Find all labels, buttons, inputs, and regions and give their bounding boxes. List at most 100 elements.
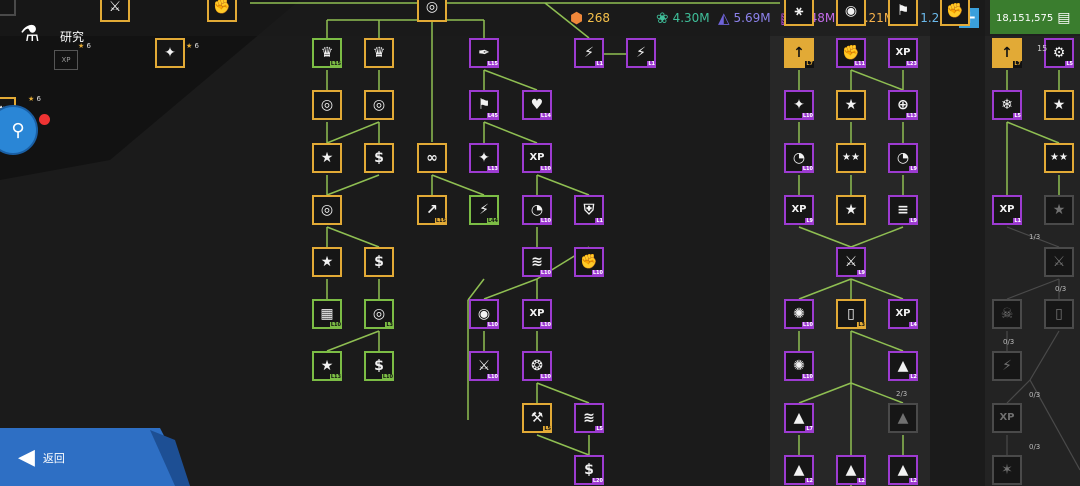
tech-node[interactable]: ✦ L13 — [469, 143, 499, 173]
node-left-dots[interactable]: ✦ — [155, 38, 185, 68]
tech-node[interactable]: ▲ — [888, 403, 918, 433]
hex-coin-icon: ⬢ — [570, 9, 584, 27]
tech-node[interactable]: ⚑ — [888, 0, 918, 26]
tech-node[interactable]: ◉ — [836, 0, 866, 26]
tech-node[interactable]: ◉ L10 — [469, 299, 499, 329]
tech-node[interactable]: ★ — [836, 90, 866, 120]
tech-node[interactable]: ∞ — [417, 143, 447, 173]
tech-node[interactable]: ◎ — [312, 195, 342, 225]
tech-node[interactable]: ◔ L10 — [784, 143, 814, 173]
tech-node-icon: ★ — [320, 254, 334, 270]
tech-node[interactable]: ★ — [312, 247, 342, 277]
tech-node[interactable]: ✊ L10 — [574, 247, 604, 277]
tech-node[interactable]: ⚔ L10 — [469, 351, 499, 381]
tech-node[interactable]: ▲ L2 — [784, 455, 814, 485]
tech-node[interactable]: ★ — [1044, 90, 1074, 120]
research-icon[interactable]: ⚗ — [20, 22, 46, 50]
tech-node[interactable]: ≡ L9 — [888, 195, 918, 225]
tech-node[interactable]: ☠ — [992, 299, 1022, 329]
tech-node[interactable]: ★ — [836, 195, 866, 225]
tech-node[interactable]: ⚔ — [1044, 247, 1074, 277]
tech-node[interactable]: XP L9 — [784, 195, 814, 225]
tech-node[interactable]: ⚔ L9 — [836, 247, 866, 277]
tech-node-icon: ❄ — [1001, 97, 1013, 113]
tech-node[interactable]: XP L1 — [992, 195, 1022, 225]
swirl-icon: ◎ — [425, 0, 439, 15]
tech-node[interactable]: ◎ — [364, 90, 394, 120]
node-level-badge: L7 — [805, 426, 814, 433]
progress-fraction: 0/3 — [1029, 443, 1041, 451]
tech-node[interactable]: $ L20 — [574, 455, 604, 485]
tech-node[interactable]: ✊ — [940, 0, 970, 26]
tech-node[interactable]: ★★ — [836, 143, 866, 173]
tech-node[interactable]: ✺ L10 — [784, 351, 814, 381]
tech-node[interactable]: ⚒ L5 — [522, 403, 552, 433]
tech-node[interactable]: ≋ L5 — [574, 403, 604, 433]
tech-node[interactable]: ▲ L2 — [888, 351, 918, 381]
tech-node[interactable]: XP L10 — [522, 299, 552, 329]
tech-node[interactable]: ⚙ L5 — [1044, 38, 1074, 68]
tech-node[interactable]: ↑ L7 — [992, 38, 1022, 68]
tech-node[interactable]: ⚹ — [784, 0, 814, 26]
tech-node-icon: ⚒ — [530, 410, 544, 426]
tech-node[interactable]: ⛨ L1 — [574, 195, 604, 225]
resource-tokens[interactable]: ⬢ 268 — [570, 0, 610, 36]
tech-node[interactable]: ▲ L2 — [888, 455, 918, 485]
currency-display[interactable]: 18,151,575 ▤ — [996, 0, 1071, 36]
tech-node-icon: XP — [999, 204, 1015, 215]
tech-node-icon: ✒ — [478, 45, 490, 61]
tech-node[interactable]: XP L10 — [522, 143, 552, 173]
tech-node[interactable]: ★ — [312, 143, 342, 173]
tech-node[interactable]: ⚡ L44 — [469, 195, 499, 225]
tech-node[interactable]: ✊ L11 — [836, 38, 866, 68]
tech-node[interactable]: ◔ L10 — [522, 195, 552, 225]
tech-node[interactable]: ▲ L7 — [784, 403, 814, 433]
tech-node[interactable]: ❂ L10 — [522, 351, 552, 381]
node-left-top-c[interactable]: ◎ — [417, 0, 447, 22]
tech-node[interactable]: XP L23 — [888, 38, 918, 68]
resource-metal[interactable]: ◭ 5.69M — [718, 0, 771, 36]
back-button[interactable]: ◀ 返回 — [18, 445, 65, 470]
tech-node[interactable]: ▯ L3 — [836, 299, 866, 329]
node-left-edge-top[interactable] — [0, 0, 16, 16]
node-level-badge: L44 — [486, 218, 499, 225]
tech-node[interactable]: ★ L13 — [312, 351, 342, 381]
tech-node[interactable]: XP — [992, 403, 1022, 433]
tech-node[interactable]: ⚡ L1 — [574, 38, 604, 68]
tech-node-icon: ⚔ — [1052, 254, 1066, 270]
tech-node[interactable]: ★★ — [1044, 143, 1074, 173]
tech-node[interactable]: $ L10 — [364, 351, 394, 381]
tech-node[interactable]: ✺ L10 — [784, 299, 814, 329]
tech-node[interactable]: ≋ L10 — [522, 247, 552, 277]
tech-node[interactable]: ◔ L9 — [888, 143, 918, 173]
node-left-top-b[interactable]: ✊ — [207, 0, 237, 22]
tech-node[interactable]: $ — [364, 247, 394, 277]
tech-node[interactable]: ⚡ L1 — [626, 38, 656, 68]
tech-node[interactable]: XP L4 — [888, 299, 918, 329]
tech-node[interactable]: ⚡ — [992, 351, 1022, 381]
tech-node[interactable]: ◎ L3 — [364, 299, 394, 329]
tech-node[interactable]: ✦ L10 — [784, 90, 814, 120]
tech-node[interactable]: ❄ L5 — [992, 90, 1022, 120]
tech-node[interactable]: ✶ — [992, 455, 1022, 485]
tech-node[interactable]: ▦ L10 — [312, 299, 342, 329]
progress-fraction: 0/3 — [1029, 391, 1041, 399]
tech-node[interactable]: ♥ L14 — [522, 90, 552, 120]
tech-node[interactable]: ↑ L7 — [784, 38, 814, 68]
tech-node[interactable]: ◎ — [312, 90, 342, 120]
node-level-badge: L10 — [381, 374, 394, 381]
tech-node[interactable]: ⊕ L13 — [888, 90, 918, 120]
tech-node[interactable]: ↗ L15 — [417, 195, 447, 225]
tech-node[interactable]: ♛ — [364, 38, 394, 68]
tech-node[interactable]: ▲ L2 — [836, 455, 866, 485]
tech-node[interactable]: ★ — [1044, 195, 1074, 225]
node-left-top-a[interactable]: ⚔ — [100, 0, 130, 22]
tech-node[interactable]: $ — [364, 143, 394, 173]
tech-node[interactable]: ▯ — [1044, 299, 1074, 329]
tech-node[interactable]: ✒ L15 — [469, 38, 499, 68]
tech-node[interactable]: ♛ L15 — [312, 38, 342, 68]
xp-left-node[interactable]: XP — [54, 50, 78, 70]
tech-node[interactable]: ⚑ L45 — [469, 90, 499, 120]
tech-node-icon: ↑ — [793, 45, 805, 61]
resource-biomass[interactable]: ❀ 4.30M — [656, 0, 710, 36]
